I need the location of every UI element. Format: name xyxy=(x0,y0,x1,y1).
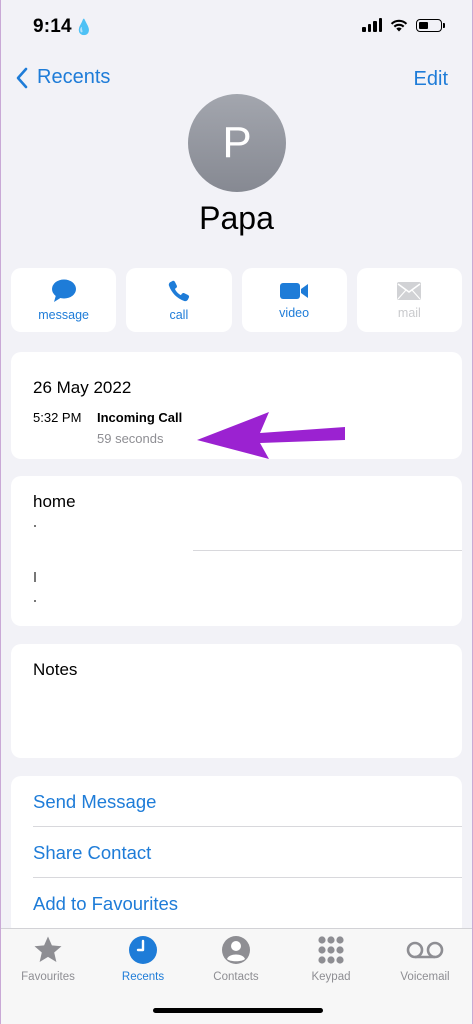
add-to-favourites-button[interactable]: Add to Favourites xyxy=(33,893,178,915)
video-button[interactable]: video xyxy=(241,268,347,332)
redacted-text xyxy=(34,600,36,602)
tab-label: Keypad xyxy=(311,971,351,983)
location-icon: 💧 xyxy=(74,19,94,36)
keypad-icon xyxy=(318,936,344,964)
tab-label: Recents xyxy=(121,971,165,983)
avatar-initial: P xyxy=(222,118,252,167)
back-label: Recents xyxy=(37,66,111,88)
tab-label: Voicemail xyxy=(400,971,450,983)
status-bar: 9:14 💧 xyxy=(1,0,472,56)
share-contact-button[interactable]: Share Contact xyxy=(33,842,151,864)
call-time: 5:32 PM xyxy=(33,410,82,425)
voicemail-icon xyxy=(406,941,444,959)
phone-icon xyxy=(168,280,189,301)
status-time: 9:14 💧 xyxy=(33,16,94,38)
back-button[interactable]: Recents xyxy=(15,66,110,89)
options-card: Send Message Share Contact Add to Favour… xyxy=(11,776,462,936)
video-icon xyxy=(280,282,309,299)
call-type: Incoming Call xyxy=(97,410,183,425)
contact-name: Papa xyxy=(199,200,274,236)
action-buttons: message call video mail xyxy=(11,268,462,332)
cellular-signal-icon xyxy=(362,18,382,32)
message-icon xyxy=(51,279,76,302)
star-icon xyxy=(34,936,62,962)
tab-keypad[interactable]: Keypad xyxy=(291,935,371,983)
avatar: P xyxy=(188,94,286,192)
redacted-number xyxy=(34,525,36,527)
call-button[interactable]: call xyxy=(126,268,232,332)
chevron-left-icon xyxy=(16,67,28,88)
video-label: video xyxy=(279,305,310,320)
tab-favourites[interactable]: Favourites xyxy=(8,935,88,983)
phone-card[interactable]: home xyxy=(11,476,462,626)
mail-label: mail xyxy=(397,305,421,320)
tab-label: Favourites xyxy=(21,971,75,983)
tab-recents[interactable]: Recents xyxy=(103,935,183,983)
wifi-icon xyxy=(390,19,408,32)
phone-label: home xyxy=(33,492,76,511)
call-label: call xyxy=(169,307,189,322)
home-indicator xyxy=(153,1008,323,1013)
message-button[interactable]: message xyxy=(11,268,117,332)
mail-button[interactable]: mail xyxy=(356,268,462,332)
row-divider xyxy=(193,550,462,551)
send-message-button[interactable]: Send Message xyxy=(33,791,156,813)
edit-button[interactable]: Edit xyxy=(414,68,448,91)
notes-label: Notes xyxy=(33,660,78,679)
notes-card[interactable]: Notes xyxy=(11,644,462,758)
mail-icon xyxy=(397,281,422,300)
call-date: 26 May 2022 xyxy=(33,378,132,397)
tab-contacts[interactable]: Contacts xyxy=(196,935,276,983)
time-text: 9:14 xyxy=(33,16,72,37)
tab-voicemail[interactable]: Voicemail xyxy=(385,935,465,983)
battery-icon xyxy=(416,18,445,32)
message-label: message xyxy=(38,307,89,322)
divider xyxy=(33,826,462,827)
annotation-arrow xyxy=(197,412,345,459)
redacted-text xyxy=(34,572,36,582)
call-duration: 59 seconds xyxy=(97,431,164,446)
person-icon xyxy=(222,936,250,964)
divider xyxy=(33,877,462,878)
tab-label: Contacts xyxy=(213,971,259,983)
clock-icon xyxy=(129,936,157,964)
status-icons xyxy=(362,18,445,32)
